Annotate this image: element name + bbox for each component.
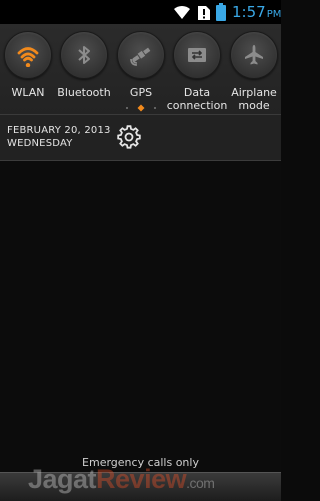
- date-row: FEBRUARY 20, 2013 WEDNESDAY: [0, 115, 281, 161]
- airplane-mode-toggle-button[interactable]: [230, 31, 278, 79]
- weekday-text: WEDNESDAY: [7, 138, 73, 149]
- gps-toggle-button[interactable]: [117, 31, 165, 79]
- bluetooth-toggle-button[interactable]: [60, 31, 108, 79]
- wifi-icon: [172, 4, 192, 24]
- bluetooth-toggle[interactable]: Bluetooth: [56, 29, 112, 113]
- status-bar: 1:57PM: [0, 0, 281, 24]
- notification-list: [0, 161, 281, 472]
- airplane-mode-toggle[interactable]: Airplane mode: [226, 29, 282, 113]
- sim-alert-icon: [198, 5, 210, 24]
- quick-toggles-panel: WLAN Bluetooth GPS Data connection Airpl…: [0, 24, 281, 115]
- clock: 1:57PM: [232, 3, 282, 21]
- wlan-toggle[interactable]: WLAN: [0, 29, 56, 113]
- watermark-logo: JagatReview.com: [28, 464, 215, 494]
- date-text: FEBRUARY 20, 2013: [7, 125, 111, 136]
- page-indicator: [126, 104, 156, 112]
- wlan-toggle-button[interactable]: [4, 31, 52, 79]
- settings-gear-icon[interactable]: [117, 125, 141, 153]
- battery-icon: [216, 3, 226, 25]
- data-connection-toggle[interactable]: Data connection: [167, 29, 227, 113]
- airplane-mode-label: Airplane mode: [231, 86, 277, 112]
- data-connection-toggle-button[interactable]: [173, 31, 221, 79]
- gps-toggle[interactable]: GPS: [113, 29, 169, 113]
